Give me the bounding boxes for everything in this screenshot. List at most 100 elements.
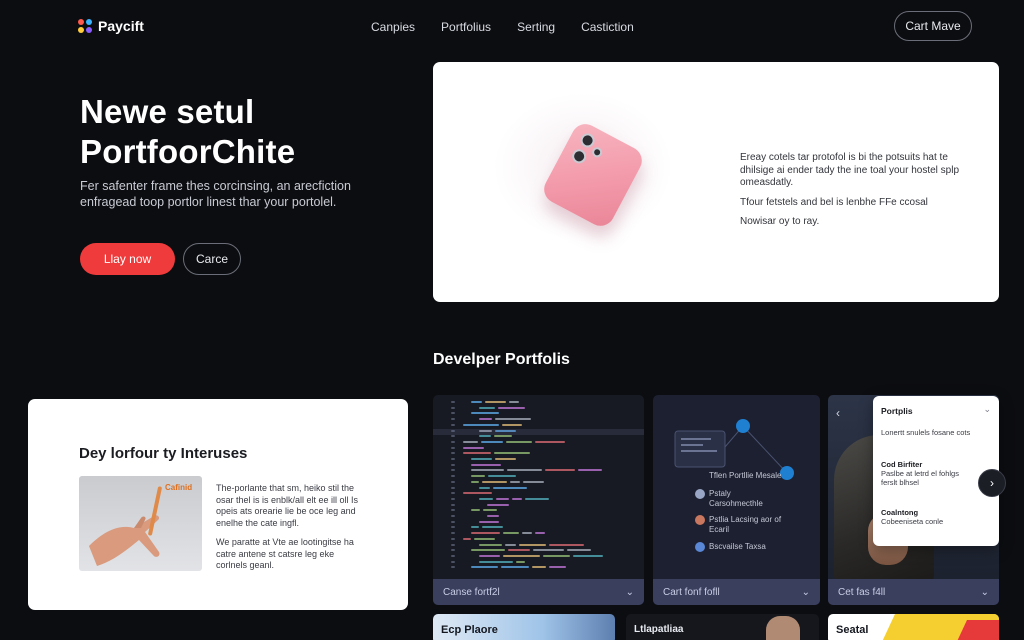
code-token bbox=[535, 440, 565, 443]
nav-link-3[interactable]: Serting bbox=[517, 20, 555, 34]
code-line-number bbox=[451, 543, 455, 546]
product-paragraph-2: Tfour fetstels and bel is lenbhe FFe cco… bbox=[740, 196, 928, 208]
code-token bbox=[498, 406, 525, 409]
code-token bbox=[503, 532, 519, 535]
person-image bbox=[766, 616, 800, 640]
product-paragraph-1: Ereay cotels tar protofol is bi the pots… bbox=[740, 152, 960, 188]
code-token bbox=[510, 480, 520, 483]
product-card: Ereay cotels tar protofol is bi the pots… bbox=[433, 62, 999, 302]
code-token bbox=[482, 480, 507, 483]
code-token bbox=[506, 440, 532, 443]
hero-subtitle: Fer safenter frame thes corcinsing, an a… bbox=[80, 179, 351, 209]
code-line-number bbox=[451, 475, 455, 478]
avatar-icon bbox=[695, 515, 705, 525]
code-line-number bbox=[451, 549, 455, 552]
chevron-right-icon[interactable]: › bbox=[978, 469, 1006, 497]
interests-paragraph-2: We paratte at Vte ae lootingitse ha catr… bbox=[216, 537, 354, 570]
code-token bbox=[463, 423, 499, 426]
code-token bbox=[578, 469, 602, 472]
code-token bbox=[479, 406, 495, 409]
code-token bbox=[471, 469, 504, 472]
code-token bbox=[485, 401, 506, 403]
code-token bbox=[567, 549, 591, 552]
hand-image: Cafinid bbox=[79, 476, 202, 571]
code-token bbox=[479, 520, 499, 523]
code-line-number bbox=[451, 532, 455, 535]
portfolio-card-bottom-3[interactable]: Seatal bbox=[828, 614, 999, 640]
section-title: Develper Portfolis bbox=[433, 351, 570, 368]
code-token bbox=[525, 497, 549, 500]
code-token bbox=[471, 412, 499, 415]
popup-item-1[interactable]: Lonertt snulels fosane cots bbox=[881, 428, 991, 437]
code-token bbox=[482, 526, 503, 529]
code-token bbox=[471, 475, 485, 478]
code-token bbox=[505, 543, 516, 546]
popup-title: Portplis bbox=[881, 406, 913, 416]
product-paragraph-3: Nowisar oy to ray. bbox=[740, 216, 820, 227]
portfolio-card-graph[interactable]: Tflen Portllie Mesale Pstaly Carsohmecth… bbox=[653, 395, 820, 605]
graph-item-3: Pstlia Lacsing aor of Ecaril bbox=[709, 515, 782, 534]
code-token bbox=[496, 497, 509, 500]
code-line-number bbox=[451, 486, 455, 489]
chevron-left-icon[interactable]: ‹ bbox=[836, 406, 840, 420]
interests-card: Dey lorfour ty Interuses Cafinid The-por… bbox=[28, 399, 408, 610]
primary-cta-button[interactable]: Llay now bbox=[80, 243, 175, 275]
code-token bbox=[471, 463, 501, 466]
portfolio-card-bottom-2[interactable]: Ltlapatliaa bbox=[626, 614, 819, 640]
code-token bbox=[535, 532, 545, 535]
code-line-number bbox=[451, 515, 455, 517]
code-token bbox=[532, 566, 546, 569]
portfolio-card-code[interactable]: Canse fortf2l ⌄ bbox=[433, 395, 644, 605]
image-tag: Cafinid bbox=[165, 483, 193, 492]
code-line-number bbox=[451, 435, 455, 438]
nav-link-2[interactable]: Portfolius bbox=[441, 20, 491, 34]
card-footer-label: Canse fortf2l bbox=[443, 586, 500, 598]
code-line-number bbox=[451, 526, 455, 529]
portfolio-card-bottom-1[interactable]: Ecp Plaore bbox=[433, 614, 615, 640]
popup-item-3[interactable]: Coalntong Cobeeniseta conle bbox=[881, 508, 991, 526]
code-token bbox=[471, 526, 479, 529]
graph-item-4: Bscvailse Taxsa bbox=[709, 542, 766, 551]
hero-title-line-2: PortfoorChite bbox=[80, 133, 296, 170]
code-line-number bbox=[451, 537, 455, 540]
portfolio-popup: Portplis ⌄ Lonertt snulels fosane cots C… bbox=[873, 396, 999, 546]
nav-link-4[interactable]: Castiction bbox=[581, 20, 634, 34]
graph-item-2: Pstaly Carsohmecthle bbox=[709, 489, 763, 508]
popup-item-2[interactable]: Cod Birfiter Paslbe at letrd el fohlgs fe… bbox=[881, 460, 975, 487]
nav-cta-button[interactable]: Cart Mave bbox=[894, 11, 972, 41]
code-token bbox=[479, 435, 491, 438]
code-line-number bbox=[451, 469, 455, 472]
card-label: Ecp Plaore bbox=[441, 624, 498, 636]
card-label: Ltlapatliaa bbox=[634, 624, 684, 635]
highlighted-line bbox=[433, 429, 644, 435]
code-token bbox=[483, 509, 497, 512]
logo-icon bbox=[78, 18, 93, 34]
camera-lens bbox=[590, 145, 604, 160]
card-footer[interactable]: Canse fortf2l ⌄ bbox=[433, 579, 644, 605]
code-token bbox=[509, 401, 519, 403]
code-token bbox=[493, 486, 527, 489]
chevron-down-icon[interactable]: ⌄ bbox=[983, 404, 991, 415]
node-icon bbox=[695, 489, 705, 499]
nav-link-1[interactable]: Canpies bbox=[371, 20, 415, 34]
code-token bbox=[512, 497, 522, 500]
code-token bbox=[549, 566, 566, 569]
code-token bbox=[523, 480, 544, 483]
code-token bbox=[479, 497, 493, 500]
brand-logo[interactable]: Paycift bbox=[78, 18, 144, 34]
code-token bbox=[463, 452, 491, 455]
card-footer[interactable]: Cet fas f4ll ⌄ bbox=[828, 579, 999, 605]
code-token bbox=[471, 532, 500, 535]
brand-name: Paycift bbox=[98, 18, 144, 34]
code-line-number bbox=[451, 509, 455, 512]
code-line-number bbox=[451, 463, 455, 466]
code-line-number bbox=[451, 560, 455, 563]
code-token bbox=[488, 475, 516, 478]
code-line-number bbox=[451, 458, 455, 460]
code-line-number bbox=[451, 492, 455, 495]
code-token bbox=[471, 458, 492, 460]
code-token bbox=[471, 549, 505, 552]
card-footer[interactable]: Cart fonf fofll ⌄ bbox=[653, 579, 820, 605]
secondary-button[interactable]: Carce bbox=[183, 243, 241, 275]
interests-paragraph-1: The-porlante that sm, heiko stil the osa… bbox=[216, 483, 359, 528]
